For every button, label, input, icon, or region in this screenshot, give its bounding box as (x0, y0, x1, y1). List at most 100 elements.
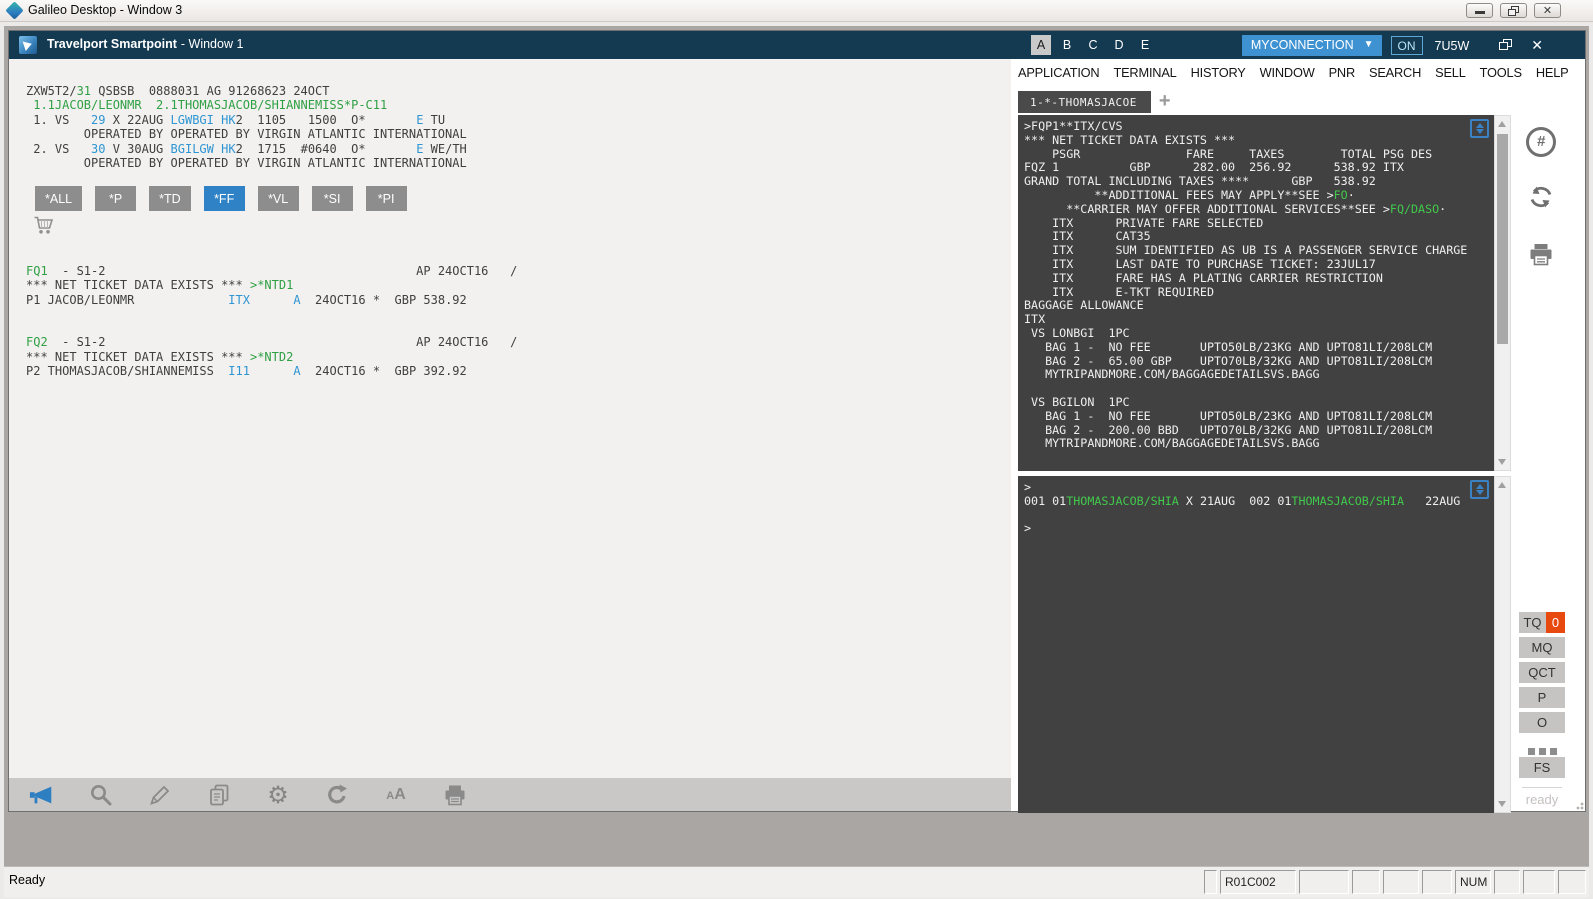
scrollbar-thumb[interactable] (1497, 134, 1508, 344)
outer-window-title: Galileo Desktop - Window 3 (28, 3, 183, 17)
connection-dropdown[interactable]: MYCONNECTION ▼ (1241, 34, 1382, 56)
menu-item-application[interactable]: APPLICATION (1018, 65, 1100, 80)
pnr-button-all[interactable]: *ALL (35, 186, 83, 211)
scroll-up-icon[interactable] (1498, 121, 1506, 127)
search-icon[interactable] (88, 782, 114, 808)
pnr-button-td[interactable]: *TD (149, 186, 191, 211)
status-cell-row-col: R01C002 (1220, 870, 1296, 894)
pnr-button-pi[interactable]: *PI (365, 186, 407, 211)
restore-button[interactable] (1500, 3, 1527, 18)
terminal-screen-2[interactable]: >001 01THOMASJACOB/SHIA X 21AUG 002 01TH… (1018, 476, 1494, 813)
tq-label: TQ (1519, 612, 1546, 633)
pnr-button-vl[interactable]: *VL (257, 186, 299, 211)
terminal-screen-1[interactable]: >FQP1**ITX/CVS *** NET TICKET DATA EXISTS… (1018, 115, 1494, 471)
terminal-screen-1-text: >FQP1**ITX/CVS *** NET TICKET DATA EXISTS… (1024, 119, 1468, 451)
view-tab-a[interactable]: A (1031, 35, 1051, 55)
terminal-panel: APPLICATION TERMINAL HISTORY WINDOW PNR … (1011, 59, 1585, 813)
fare-quote-display[interactable]: FQ1 - S1-2 AP 24OCT16 /*** NET TICKET DA… (26, 264, 517, 378)
smartpoint-close-button[interactable]: ✕ (1531, 36, 1543, 54)
terminal-1-scrollbar[interactable] (1494, 115, 1511, 471)
close-icon: ✕ (1542, 5, 1553, 17)
scroll-down-icon[interactable] (1498, 801, 1506, 807)
menu-item-sell[interactable]: SELL (1435, 65, 1466, 80)
pcc-label: 7U5W (1434, 39, 1470, 53)
pnr-panel: ZXW5T2/31 QSBSB 0888031 AG 91268623 24OC… (9, 59, 1011, 811)
screen-split-toggle-icon[interactable] (1470, 119, 1489, 138)
view-tab-b[interactable]: B (1057, 35, 1077, 55)
tq-count: 0 (1546, 612, 1565, 633)
scroll-up-icon[interactable] (1498, 482, 1506, 488)
connection-on-toggle[interactable]: ON (1390, 35, 1423, 55)
menu-item-window[interactable]: WINDOW (1260, 65, 1315, 80)
status-cell-num: NUM (1455, 870, 1491, 894)
fs-badge[interactable]: FS (1519, 757, 1565, 778)
view-tab-c[interactable]: C (1083, 35, 1103, 55)
printer-icon[interactable] (442, 782, 468, 808)
edit-pencil-icon[interactable] (147, 782, 173, 808)
travelport-logo-icon (19, 36, 37, 54)
resize-grip[interactable] (1574, 800, 1584, 810)
terminal-2-scrollbar[interactable] (1494, 476, 1511, 813)
ready-status: ready (1525, 792, 1559, 807)
settings-gear-icon[interactable]: ⚙ (265, 782, 291, 808)
menu-item-terminal[interactable]: TERMINAL (1113, 65, 1176, 80)
status-cells: R01C002 NUM (1201, 870, 1586, 894)
p-badge[interactable]: P (1519, 687, 1565, 708)
smartpoint-window-title: Travelport Smartpoint - Window 1 (47, 37, 244, 51)
pnr-button-si[interactable]: *SI (311, 186, 353, 211)
scroll-down-icon[interactable] (1498, 459, 1506, 465)
mq-badge[interactable]: MQ (1519, 637, 1565, 658)
smartpoint-titlebar: Travelport Smartpoint - Window 1 A B C D … (9, 31, 1585, 59)
refresh-icon[interactable] (324, 782, 350, 808)
pnr-button-ff[interactable]: *FF (203, 186, 245, 211)
status-cell (1422, 870, 1452, 894)
menu-item-tools[interactable]: TOOLS (1480, 65, 1522, 80)
menu-item-pnr[interactable]: PNR (1329, 65, 1356, 80)
view-tabs: A B C D E (1031, 35, 1155, 55)
screen-split-toggle-icon[interactable] (1470, 480, 1489, 499)
close-button[interactable]: ✕ (1534, 3, 1561, 18)
pnr-button-p[interactable]: *P (95, 186, 137, 211)
status-cell (1352, 870, 1380, 894)
status-ready-text: Ready (9, 873, 46, 887)
pnr-format-buttons: *ALL *P *TD *FF *VL *SI *PI (35, 186, 407, 211)
smartpoint-restore-button[interactable] (1499, 39, 1513, 51)
status-cell (1299, 870, 1349, 894)
minimize-button[interactable] (1466, 3, 1493, 18)
font-size-icon[interactable]: AA (383, 782, 409, 808)
printer-icon[interactable] (1511, 242, 1571, 271)
new-session-plus-icon[interactable]: + (1159, 91, 1171, 115)
terminal-screen-2-text: >001 01THOMASJACOB/SHIA X 21AUG 002 01TH… (1024, 480, 1461, 536)
rail-separator (1522, 787, 1562, 788)
view-tab-d[interactable]: D (1109, 35, 1129, 55)
view-tab-e[interactable]: E (1135, 35, 1155, 55)
recycle-refresh-icon[interactable] (1511, 183, 1571, 216)
copy-icon[interactable] (206, 782, 232, 808)
right-rail: # TQ 0 MQ QCT P O FS ready (1511, 115, 1585, 811)
menubar: APPLICATION TERMINAL HISTORY WINDOW PNR … (1018, 65, 1569, 80)
menu-item-search[interactable]: SEARCH (1369, 65, 1421, 80)
announce-megaphone-icon[interactable] (29, 782, 55, 808)
status-bar: Ready R01C002 NUM (4, 866, 1589, 897)
pnr-display[interactable]: ZXW5T2/31 QSBSB 0888031 AG 91268623 24OC… (26, 84, 467, 170)
status-cell (1523, 870, 1555, 894)
status-cell (1204, 870, 1217, 894)
terminal-session-tab[interactable]: 1-*-THOMASJACOE (1018, 91, 1151, 113)
menu-item-history[interactable]: HISTORY (1191, 65, 1246, 80)
smartpoint-window: Travelport Smartpoint - Window 1 A B C D … (8, 30, 1586, 813)
minimize-icon (1475, 11, 1485, 14)
qct-badge[interactable]: QCT (1519, 662, 1565, 683)
dots-indicator[interactable] (1513, 742, 1571, 755)
status-cell (1494, 870, 1520, 894)
queue-badge-stack: TQ 0 MQ QCT P O FS ready (1513, 612, 1571, 807)
menu-item-help[interactable]: HELP (1536, 65, 1569, 80)
terminal-tabrow: 1-*-THOMASJACOE + (1018, 91, 1171, 115)
status-cell (1383, 870, 1419, 894)
hash-circle-icon[interactable]: # (1526, 127, 1556, 157)
pnr-toolbar: ⚙ AA (9, 778, 1011, 811)
o-badge[interactable]: O (1519, 712, 1565, 733)
outer-titlebar: Galileo Desktop - Window 3 ✕ (0, 0, 1593, 22)
galileo-app-icon (5, 1, 24, 20)
tq-badge[interactable]: TQ 0 (1519, 612, 1565, 633)
shopping-cart-icon[interactable] (33, 215, 57, 241)
